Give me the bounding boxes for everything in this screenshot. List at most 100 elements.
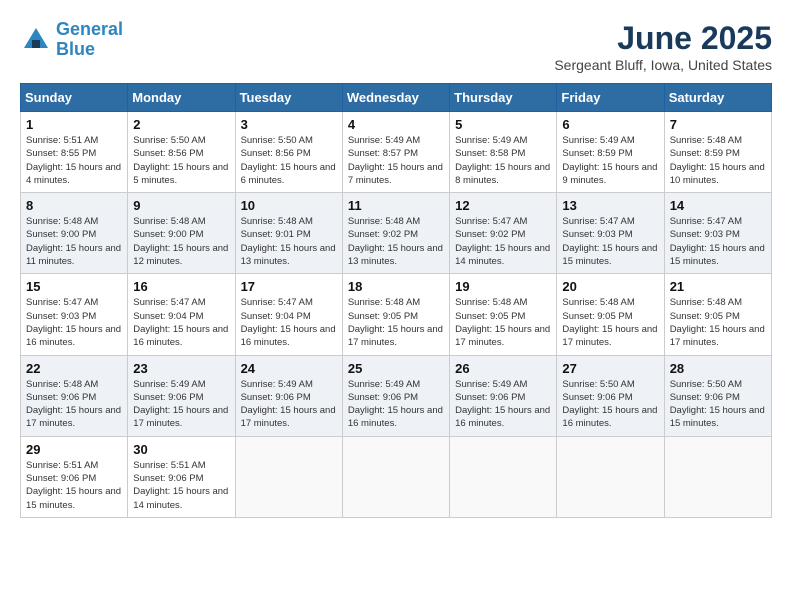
day-cell-13: 13 Sunrise: 5:47 AMSunset: 9:03 PMDayligh… [557,193,664,274]
day-cell-22: 22 Sunrise: 5:48 AMSunset: 9:06 PMDayligh… [21,355,128,436]
day-info: Sunrise: 5:50 AMSunset: 8:56 PMDaylight:… [241,134,337,187]
day-info: Sunrise: 5:50 AMSunset: 8:56 PMDaylight:… [133,134,229,187]
day-number: 20 [562,279,658,294]
day-info: Sunrise: 5:47 AMSunset: 9:04 PMDaylight:… [241,296,337,349]
day-number: 7 [670,117,766,132]
day-cell-8: 8 Sunrise: 5:48 AMSunset: 9:00 PMDaylight… [21,193,128,274]
logo-text: General Blue [56,20,123,60]
day-cell-17: 17Sunrise: 5:47 AMSunset: 9:04 PMDayligh… [235,274,342,355]
day-number: 12 [455,198,551,213]
day-number: 27 [562,361,658,376]
day-number: 8 [26,198,122,213]
day-cell-18: 18Sunrise: 5:48 AMSunset: 9:05 PMDayligh… [342,274,449,355]
day-info: Sunrise: 5:48 AMSunset: 9:00 PMDaylight:… [26,215,122,268]
day-info: Sunrise: 5:50 AMSunset: 9:06 PMDaylight:… [670,378,766,431]
day-info: Sunrise: 5:48 AMSunset: 9:05 PMDaylight:… [670,296,766,349]
day-info: Sunrise: 5:49 AMSunset: 9:06 PMDaylight:… [348,378,444,431]
day-cell-6: 6 Sunrise: 5:49 AMSunset: 8:59 PMDaylight… [557,112,664,193]
day-info: Sunrise: 5:47 AMSunset: 9:04 PMDaylight:… [133,296,229,349]
day-cell-5: 5Sunrise: 5:49 AMSunset: 8:58 PMDaylight… [450,112,557,193]
day-number: 15 [26,279,122,294]
day-info: Sunrise: 5:51 AMSunset: 9:06 PMDaylight:… [26,459,122,512]
day-number: 30 [133,442,229,457]
day-info: Sunrise: 5:48 AMSunset: 9:00 PMDaylight:… [133,215,229,268]
day-cell-15: 15 Sunrise: 5:47 AMSunset: 9:03 PMDayligh… [21,274,128,355]
page-header: General Blue June 2025 Sergeant Bluff, I… [20,20,772,73]
day-cell-10: 10 Sunrise: 5:48 AMSunset: 9:01 PMDayligh… [235,193,342,274]
day-number: 2 [133,117,229,132]
day-info: Sunrise: 5:51 AMSunset: 9:06 PMDaylight:… [133,459,229,512]
calendar-table: SundayMondayTuesdayWednesdayThursdayFrid… [20,83,772,518]
day-number: 29 [26,442,122,457]
day-number: 3 [241,117,337,132]
day-number: 6 [562,117,658,132]
week-row-4: 22 Sunrise: 5:48 AMSunset: 9:06 PMDayligh… [21,355,772,436]
day-info: Sunrise: 5:49 AMSunset: 9:06 PMDaylight:… [241,378,337,431]
day-info: Sunrise: 5:47 AMSunset: 9:03 PMDaylight:… [670,215,766,268]
week-row-5: 29 Sunrise: 5:51 AMSunset: 9:06 PMDayligh… [21,436,772,517]
day-info: Sunrise: 5:47 AMSunset: 9:03 PMDaylight:… [562,215,658,268]
day-number: 13 [562,198,658,213]
day-cell-3: 3 Sunrise: 5:50 AMSunset: 8:56 PMDaylight… [235,112,342,193]
col-saturday: Saturday [664,84,771,112]
day-cell-26: 26Sunrise: 5:49 AMSunset: 9:06 PMDayligh… [450,355,557,436]
empty-cell [235,436,342,517]
day-cell-19: 19 Sunrise: 5:48 AMSunset: 9:05 PMDayligh… [450,274,557,355]
col-monday: Monday [128,84,235,112]
day-number: 10 [241,198,337,213]
day-cell-16: 16 Sunrise: 5:47 AMSunset: 9:04 PMDayligh… [128,274,235,355]
day-number: 14 [670,198,766,213]
col-sunday: Sunday [21,84,128,112]
day-number: 19 [455,279,551,294]
col-wednesday: Wednesday [342,84,449,112]
empty-cell [557,436,664,517]
day-number: 21 [670,279,766,294]
week-row-1: 1 Sunrise: 5:51 AMSunset: 8:55 PMDaylight… [21,112,772,193]
location: Sergeant Bluff, Iowa, United States [554,57,772,73]
col-friday: Friday [557,84,664,112]
day-cell-23: 23 Sunrise: 5:49 AMSunset: 9:06 PMDayligh… [128,355,235,436]
day-info: Sunrise: 5:48 AMSunset: 9:02 PMDaylight:… [348,215,444,268]
day-cell-21: 21 Sunrise: 5:48 AMSunset: 9:05 PMDayligh… [664,274,771,355]
day-cell-29: 29 Sunrise: 5:51 AMSunset: 9:06 PMDayligh… [21,436,128,517]
col-thursday: Thursday [450,84,557,112]
empty-cell [664,436,771,517]
calendar-header-row: SundayMondayTuesdayWednesdayThursdayFrid… [21,84,772,112]
day-info: Sunrise: 5:49 AMSunset: 8:59 PMDaylight:… [562,134,658,187]
day-cell-9: 9 Sunrise: 5:48 AMSunset: 9:00 PMDaylight… [128,193,235,274]
day-cell-20: 20 Sunrise: 5:48 AMSunset: 9:05 PMDayligh… [557,274,664,355]
day-number: 26 [455,361,551,376]
day-number: 11 [348,198,444,213]
day-number: 9 [133,198,229,213]
empty-cell [342,436,449,517]
day-cell-14: 14 Sunrise: 5:47 AMSunset: 9:03 PMDayligh… [664,193,771,274]
day-info: Sunrise: 5:48 AMSunset: 9:05 PMDaylight:… [348,296,444,349]
day-info: Sunrise: 5:48 AMSunset: 9:05 PMDaylight:… [562,296,658,349]
empty-cell [450,436,557,517]
day-info: Sunrise: 5:51 AMSunset: 8:55 PMDaylight:… [26,134,122,187]
day-info: Sunrise: 5:47 AMSunset: 9:02 PMDaylight:… [455,215,551,268]
week-row-3: 15 Sunrise: 5:47 AMSunset: 9:03 PMDayligh… [21,274,772,355]
day-cell-11: 11 Sunrise: 5:48 AMSunset: 9:02 PMDayligh… [342,193,449,274]
day-number: 1 [26,117,122,132]
day-number: 16 [133,279,229,294]
day-number: 25 [348,361,444,376]
day-number: 5 [455,117,551,132]
day-info: Sunrise: 5:49 AMSunset: 8:57 PMDaylight:… [348,134,444,187]
day-info: Sunrise: 5:50 AMSunset: 9:06 PMDaylight:… [562,378,658,431]
day-info: Sunrise: 5:47 AMSunset: 9:03 PMDaylight:… [26,296,122,349]
day-info: Sunrise: 5:48 AMSunset: 9:06 PMDaylight:… [26,378,122,431]
day-number: 23 [133,361,229,376]
week-row-2: 8 Sunrise: 5:48 AMSunset: 9:00 PMDaylight… [21,193,772,274]
day-cell-2: 2 Sunrise: 5:50 AMSunset: 8:56 PMDaylight… [128,112,235,193]
day-info: Sunrise: 5:49 AMSunset: 9:06 PMDaylight:… [133,378,229,431]
day-cell-12: 12 Sunrise: 5:47 AMSunset: 9:02 PMDayligh… [450,193,557,274]
month-title: June 2025 [554,20,772,57]
logo-icon [20,24,52,56]
day-cell-27: 27 Sunrise: 5:50 AMSunset: 9:06 PMDayligh… [557,355,664,436]
day-info: Sunrise: 5:48 AMSunset: 9:01 PMDaylight:… [241,215,337,268]
day-cell-7: 7Sunrise: 5:48 AMSunset: 8:59 PMDaylight… [664,112,771,193]
day-cell-25: 25 Sunrise: 5:49 AMSunset: 9:06 PMDayligh… [342,355,449,436]
day-info: Sunrise: 5:48 AMSunset: 9:05 PMDaylight:… [455,296,551,349]
day-number: 22 [26,361,122,376]
